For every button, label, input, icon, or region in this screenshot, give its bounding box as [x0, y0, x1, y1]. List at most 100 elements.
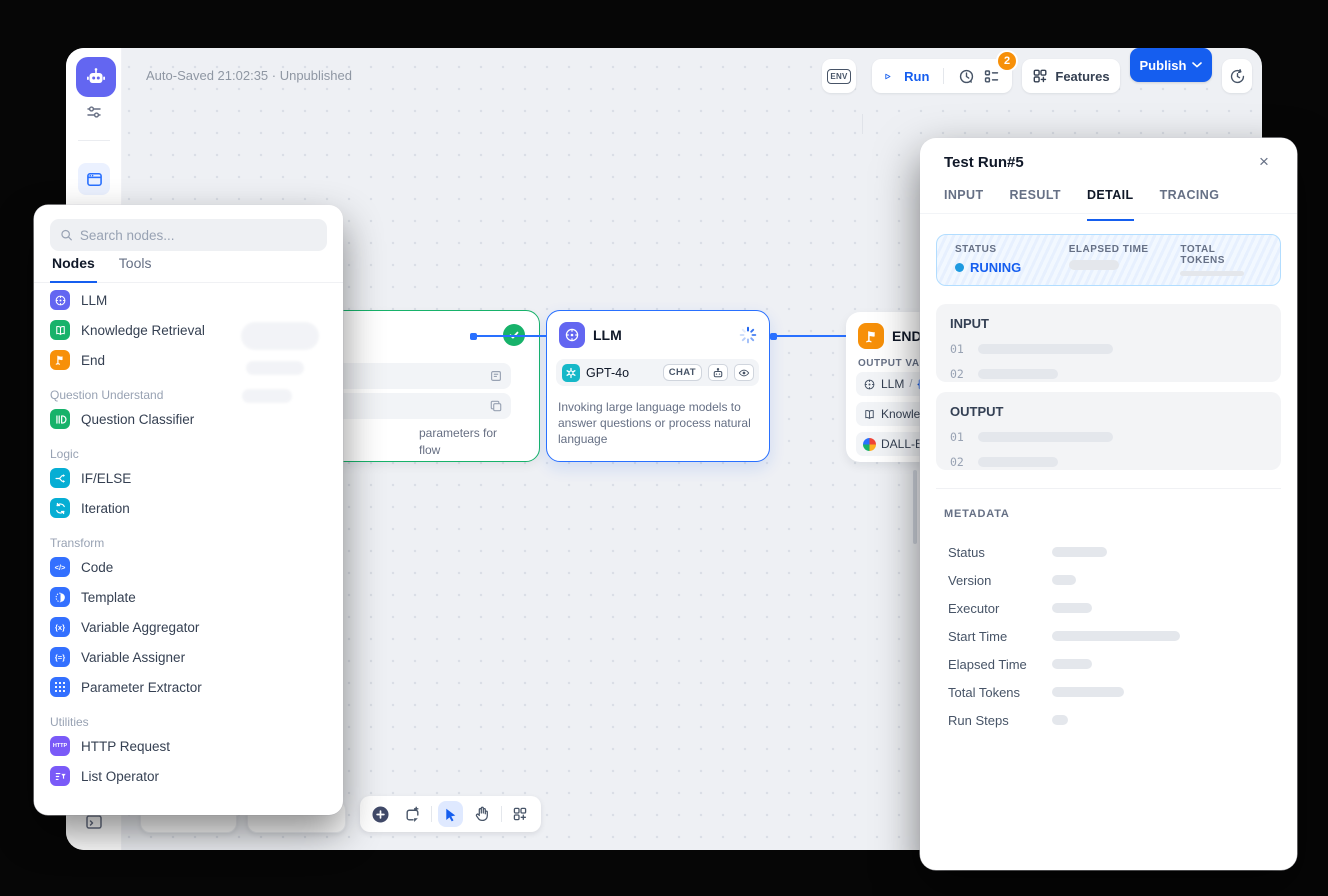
tab-tracing[interactable]: TRACING — [1160, 188, 1220, 213]
meta-value-skeleton — [1052, 603, 1092, 613]
node-item-label: Knowledge Retrieval — [81, 323, 205, 338]
node-item-label: Template — [81, 590, 136, 605]
total-tokens-skeleton — [1180, 271, 1244, 276]
features-button[interactable]: Features — [1022, 59, 1120, 93]
hand-tool-button[interactable] — [469, 801, 494, 827]
node-item-ifelse[interactable]: IF/ELSE — [34, 463, 343, 493]
input-value-skeleton — [978, 369, 1058, 379]
section-logic: Logic — [34, 434, 343, 463]
edge-source-handle[interactable] — [470, 333, 477, 340]
run-button[interactable]: Run — [904, 69, 929, 84]
checklist-icon — [983, 68, 1000, 85]
node-item-label: List Operator — [81, 769, 159, 784]
metadata-title: METADATA — [944, 508, 1010, 520]
meta-value-skeleton — [1052, 687, 1124, 697]
node-item-variable-assigner[interactable]: {=} Variable Assigner — [34, 642, 343, 672]
line-number: 01 — [950, 342, 964, 356]
input-card: INPUT 01 02 — [936, 304, 1281, 382]
node-list: LLM Knowledge Retrieval End Question Und… — [34, 285, 343, 791]
book-icon — [863, 408, 876, 421]
search-input[interactable] — [80, 228, 317, 243]
add-note-button[interactable] — [399, 801, 424, 827]
node-search-box[interactable] — [50, 219, 327, 251]
end-icon — [50, 350, 70, 370]
meta-row-elapsed-time: Elapsed Time — [948, 654, 1278, 674]
play-icon[interactable] — [884, 70, 891, 83]
close-icon[interactable]: × — [1253, 151, 1275, 173]
plus-circle-icon — [371, 805, 390, 824]
node-item-parameter-extractor[interactable]: Parameter Extractor — [34, 672, 343, 702]
variable-assigner-icon: {=} — [50, 647, 70, 667]
output-value-skeleton — [978, 457, 1058, 467]
tab-detail[interactable]: DETAIL — [1087, 188, 1134, 213]
note-add-icon — [404, 806, 421, 823]
input-card-title: INPUT — [950, 316, 1267, 331]
add-node-button[interactable] — [368, 801, 393, 827]
checklist-button[interactable] — [983, 68, 1000, 85]
node-search-panel: Nodes Tools LLM Knowledge Retrieval — [34, 205, 343, 815]
app-logo-button[interactable] — [76, 57, 116, 97]
meta-row-version: Version — [948, 570, 1278, 590]
elapsed-time-skeleton — [1069, 260, 1119, 270]
node-item-http-request[interactable]: HTTP HTTP Request — [34, 731, 343, 761]
elapsed-time-label: ELAPSED TIME — [1069, 244, 1181, 255]
node-item-question-classifier[interactable]: Question Classifier — [34, 404, 343, 434]
copy-icon — [489, 399, 503, 413]
template-icon — [50, 587, 70, 607]
llm-node[interactable]: LLM — [546, 310, 770, 462]
llm-model-selector[interactable]: GPT-4o CHAT — [556, 359, 759, 386]
preferences-button[interactable] — [86, 104, 102, 120]
list-operator-icon — [50, 766, 70, 786]
env-button[interactable]: ENV — [822, 59, 856, 93]
node-item-variable-aggregator[interactable]: {x} Variable Aggregator — [34, 612, 343, 642]
tab-result[interactable]: RESULT — [1010, 188, 1061, 213]
scrollbar-thumb[interactable] — [913, 470, 917, 544]
layout-grid-icon — [512, 806, 528, 822]
total-tokens-label: TOTAL TOKENS — [1180, 244, 1262, 266]
node-item-template[interactable]: Template — [34, 582, 343, 612]
edge-llm-to-end — [772, 335, 846, 337]
run-history-button[interactable] — [958, 68, 975, 85]
node-item-label: Iteration — [81, 501, 130, 516]
history-icon — [1229, 68, 1246, 85]
section-question-understand: Question Understand — [34, 375, 343, 404]
node-item-label: Question Classifier — [81, 412, 194, 427]
end-var-label: DALL-E — [881, 437, 923, 451]
test-run-panel: Test Run#5 × INPUT RESULT DETAIL TRACING… — [920, 138, 1297, 870]
console-button[interactable] — [84, 812, 104, 832]
workflow-view-button[interactable] — [78, 163, 110, 195]
node-item-end[interactable]: End — [34, 345, 343, 375]
tab-input[interactable]: INPUT — [944, 188, 984, 213]
line-number: 02 — [950, 367, 964, 381]
edge-source-handle[interactable] — [770, 333, 777, 340]
organize-nodes-button[interactable] — [508, 801, 533, 827]
checklist-count-badge: 2 — [998, 52, 1016, 70]
canvas-toolbar — [360, 796, 541, 832]
node-item-code[interactable]: </> Code — [34, 552, 343, 582]
start-node-description: parameters for flow — [419, 425, 497, 459]
meta-row-status: Status — [948, 542, 1278, 562]
model-name: GPT-4o — [586, 366, 657, 380]
publish-label: Publish — [1140, 58, 1187, 73]
output-value-skeleton — [978, 432, 1113, 442]
node-item-label: Variable Assigner — [81, 650, 185, 665]
tab-tools[interactable]: Tools — [119, 251, 152, 282]
version-history-button[interactable] — [1222, 59, 1252, 93]
http-request-icon: HTTP — [50, 736, 70, 756]
node-item-list-operator[interactable]: List Operator — [34, 761, 343, 791]
robot-badge-icon — [712, 367, 724, 379]
tab-nodes[interactable]: Nodes — [52, 251, 95, 282]
publish-button[interactable]: Publish — [1130, 48, 1212, 82]
screenshot-stage: Auto-Saved 21:02:35 · Unpublished ENV Ru… — [0, 0, 1328, 896]
run-toolbar-group: Run 2 — [872, 59, 1012, 93]
search-icon — [60, 228, 73, 242]
node-item-llm[interactable]: LLM — [34, 285, 343, 315]
pointer-tool-button[interactable] — [438, 801, 463, 827]
node-item-knowledge-retrieval[interactable]: Knowledge Retrieval — [34, 315, 343, 345]
section-divider — [936, 488, 1281, 489]
end-node-header: END — [858, 323, 922, 349]
toolbar-divider — [501, 806, 502, 822]
run-panel-tabs: INPUT RESULT DETAIL TRACING — [920, 188, 1297, 214]
node-item-iteration[interactable]: Iteration — [34, 493, 343, 523]
parameter-extractor-icon — [50, 677, 70, 697]
